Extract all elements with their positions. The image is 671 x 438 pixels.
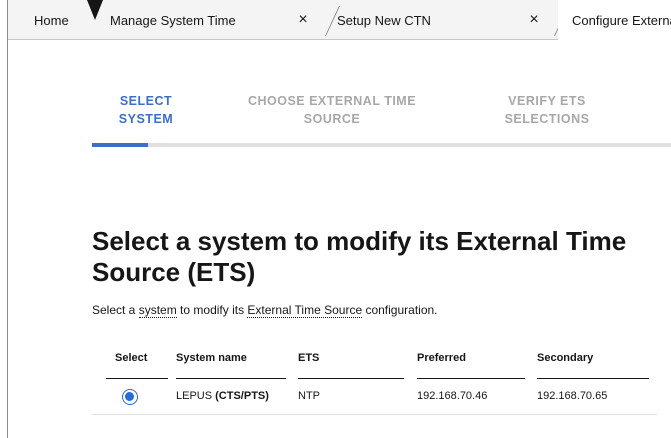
- system-name: LEPUS: [176, 390, 213, 402]
- column-header-secondary[interactable]: Secondary: [537, 352, 593, 364]
- step-verify-ets-selections: VERIFY ETS SELECTIONS: [472, 92, 622, 128]
- system-term[interactable]: system: [138, 303, 177, 318]
- description-text: configuration.: [362, 303, 438, 317]
- left-border: [7, 40, 8, 438]
- cell-system-name: LEPUS (CTS/PTS): [176, 390, 269, 402]
- external-time-source-term[interactable]: External Time Source: [247, 303, 363, 318]
- header-underline: [417, 378, 525, 379]
- home-tab-marker-icon: [87, 0, 103, 20]
- header-underline: [106, 378, 168, 379]
- description-text: Select a: [92, 303, 139, 317]
- tab-bar: Home Manage System Time × Setup New CTN …: [7, 0, 671, 40]
- progress-fill: [92, 143, 148, 147]
- column-header-ets[interactable]: ETS: [298, 352, 319, 364]
- header-underline: [176, 378, 286, 379]
- column-header-preferred[interactable]: Preferred: [417, 352, 466, 364]
- step-label: CHOOSE EXTERNAL TIME SOURCE: [247, 94, 417, 126]
- header-underline: [298, 378, 404, 379]
- page-title: Select a system to modify its External T…: [92, 226, 627, 287]
- cell-ets: NTP: [298, 390, 320, 402]
- column-header-select: Select: [115, 352, 148, 364]
- tab-home-label: Home: [34, 12, 69, 28]
- step-label: VERIFY ETS SELECTIONS: [504, 94, 590, 126]
- column-header-system-name[interactable]: System name: [176, 352, 247, 364]
- tab-label: Setup New CTN: [337, 12, 431, 28]
- close-icon[interactable]: ×: [293, 0, 313, 40]
- cell-preferred: 192.168.70.46: [417, 390, 488, 402]
- tab-home[interactable]: Home: [7, 0, 95, 40]
- tab-label: Manage System Time: [110, 12, 236, 28]
- step-select-system[interactable]: SELECT SYSTEM: [92, 92, 200, 128]
- step-label: SELECT SYSTEM: [118, 94, 174, 126]
- close-icon[interactable]: ×: [524, 0, 544, 40]
- progress-track: [92, 143, 671, 147]
- row-divider: [92, 414, 657, 415]
- tab-configure-external[interactable]: Configure Externa: [558, 0, 671, 40]
- select-system-radio[interactable]: [122, 389, 138, 405]
- header-underline: [537, 378, 649, 379]
- page-description: Select a system to modify its External T…: [92, 303, 652, 318]
- description-text: to modify its: [176, 303, 248, 317]
- step-choose-external-time-source: CHOOSE EXTERNAL TIME SOURCE: [232, 92, 432, 128]
- tab-label: Configure Externa: [572, 12, 671, 28]
- system-role: (CTS/PTS): [215, 390, 269, 402]
- cell-secondary: 192.168.70.65: [537, 390, 608, 402]
- tab-setup-new-ctn[interactable]: Setup New CTN: [329, 0, 553, 40]
- tab-manage-system-time[interactable]: Manage System Time: [110, 0, 322, 40]
